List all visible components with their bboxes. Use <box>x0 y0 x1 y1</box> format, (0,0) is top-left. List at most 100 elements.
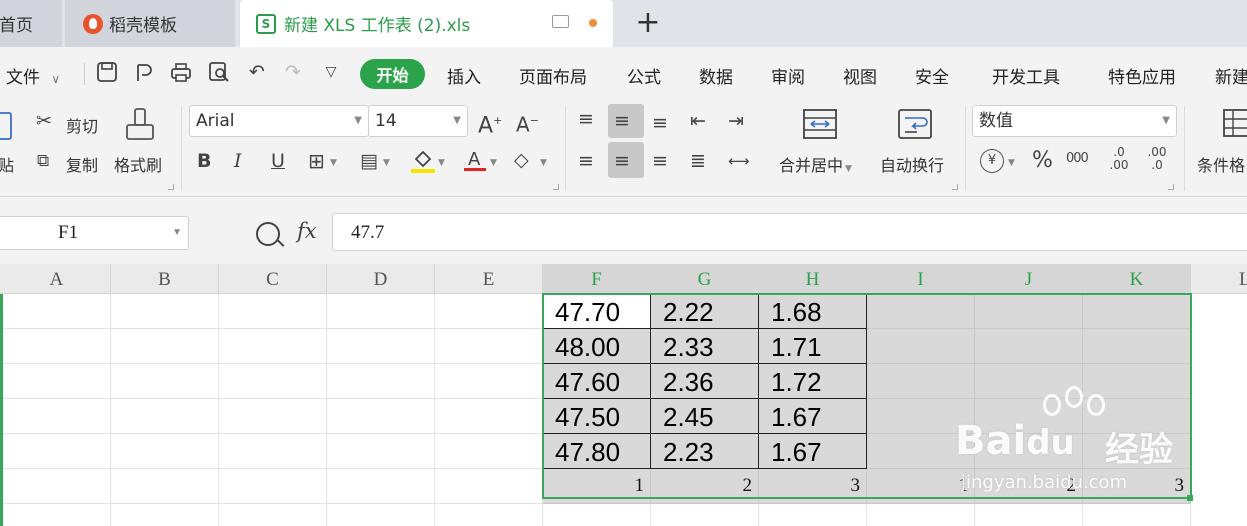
spreadsheet-grid[interactable]: A B C D E F G H I J K L 47.70 2.22 1.68 … <box>0 264 1247 526</box>
menu-security[interactable]: 安全 <box>915 63 949 88</box>
cell[interactable] <box>435 364 543 399</box>
cell[interactable] <box>435 504 543 526</box>
index-cell[interactable]: 2 <box>975 469 1083 504</box>
format-painter-button[interactable]: 格式刷 <box>114 152 162 176</box>
cell[interactable] <box>3 434 111 469</box>
menu-special-features[interactable]: 特色应用 <box>1108 63 1176 88</box>
cell[interactable] <box>867 399 975 434</box>
customize-toolbar-icon[interactable]: ▽ <box>320 61 342 83</box>
align-left-icon[interactable]: ≡ <box>578 150 594 172</box>
cell[interactable] <box>975 294 1083 329</box>
cell[interactable] <box>327 504 435 526</box>
cell[interactable] <box>219 294 327 329</box>
align-center-icon[interactable]: ≡ <box>614 150 630 172</box>
name-box[interactable]: F1 ▼ <box>0 216 189 250</box>
cell[interactable] <box>3 329 111 364</box>
cell[interactable] <box>867 329 975 364</box>
cell[interactable] <box>1083 294 1191 329</box>
cell[interactable] <box>111 469 219 504</box>
cell[interactable] <box>975 329 1083 364</box>
index-cell[interactable]: 3 <box>1083 469 1191 504</box>
paste-label[interactable]: 粘贴 <box>0 152 14 176</box>
index-cell[interactable]: 1 <box>867 469 975 504</box>
save-icon[interactable] <box>96 61 118 83</box>
cell[interactable] <box>435 399 543 434</box>
table-cell[interactable]: 1.68 <box>759 294 867 329</box>
cell[interactable] <box>3 294 111 329</box>
cell-style-icon[interactable]: ▤ <box>360 150 378 172</box>
cell[interactable] <box>111 504 219 526</box>
cell[interactable] <box>1083 399 1191 434</box>
cell[interactable] <box>435 434 543 469</box>
column-header[interactable]: J <box>975 264 1083 294</box>
cell[interactable] <box>651 504 759 526</box>
menu-view[interactable]: 视图 <box>843 63 877 88</box>
font-size-select[interactable]: 14 ▼ <box>368 105 468 137</box>
column-header[interactable]: I <box>867 264 975 294</box>
cell[interactable] <box>975 434 1083 469</box>
column-header[interactable]: G <box>651 264 759 294</box>
cell[interactable] <box>219 364 327 399</box>
index-cell[interactable]: 3 <box>759 469 867 504</box>
cell[interactable] <box>111 294 219 329</box>
number-format-select[interactable]: 数值 ▼ <box>972 105 1177 137</box>
table-cell[interactable]: 2.45 <box>651 399 759 434</box>
cell[interactable] <box>867 294 975 329</box>
cell[interactable] <box>759 504 867 526</box>
chevron-down-icon[interactable]: ▼ <box>490 152 497 174</box>
print-preview-icon[interactable] <box>208 61 230 83</box>
chevron-down-icon[interactable]: ▼ <box>540 152 547 174</box>
table-cell[interactable]: 1.71 <box>759 329 867 364</box>
menu-data[interactable]: 数据 <box>699 63 733 88</box>
formula-input[interactable]: 47.7 <box>332 213 1247 251</box>
column-header[interactable]: E <box>435 264 543 294</box>
decrease-indent-icon[interactable]: ⇤ <box>690 110 706 132</box>
conditional-format-button[interactable]: 条件格 <box>1197 152 1245 176</box>
column-header[interactable]: F <box>543 264 651 294</box>
format-painter-icon[interactable] <box>124 106 158 142</box>
wrap-text-icon[interactable] <box>897 108 933 140</box>
tab-home[interactable]: 首页 <box>0 0 62 47</box>
cell[interactable] <box>543 504 651 526</box>
cell[interactable] <box>435 294 543 329</box>
fill-handle[interactable] <box>1187 495 1193 501</box>
cell[interactable] <box>975 504 1083 526</box>
cell[interactable] <box>327 469 435 504</box>
index-cell[interactable]: 2 <box>651 469 759 504</box>
zoom-formula-icon[interactable] <box>256 222 280 246</box>
cell[interactable] <box>3 399 111 434</box>
cell[interactable] <box>111 434 219 469</box>
column-header[interactable]: B <box>111 264 219 294</box>
cell[interactable] <box>219 399 327 434</box>
table-cell[interactable]: 2.33 <box>651 329 759 364</box>
cell[interactable] <box>219 504 327 526</box>
monitor-icon[interactable] <box>552 15 569 28</box>
table-cell[interactable]: 48.00 <box>543 329 651 364</box>
new-tab-button[interactable]: + <box>630 6 666 42</box>
table-cell[interactable]: 2.23 <box>651 434 759 469</box>
undo-icon[interactable]: ↶ <box>246 61 268 83</box>
column-header[interactable]: K <box>1083 264 1191 294</box>
cell[interactable] <box>3 364 111 399</box>
table-cell[interactable]: 2.22 <box>651 294 759 329</box>
menu-insert[interactable]: 插入 <box>447 63 481 88</box>
cell[interactable] <box>435 469 543 504</box>
fill-color-icon[interactable] <box>410 147 436 175</box>
font-color-icon[interactable]: A <box>463 146 487 174</box>
clipboard-launcher-icon[interactable] <box>168 184 174 190</box>
increase-font-icon[interactable]: A+ <box>478 110 502 137</box>
merge-center-icon[interactable] <box>802 108 838 140</box>
italic-button[interactable]: I <box>234 150 242 172</box>
chevron-down-icon[interactable]: ▼ <box>438 152 445 174</box>
increase-indent-icon[interactable]: ⇥ <box>728 110 744 132</box>
font-launcher-icon[interactable] <box>553 184 559 190</box>
cell[interactable] <box>111 399 219 434</box>
alignment-launcher-icon[interactable] <box>952 184 958 190</box>
index-cell[interactable]: 1 <box>543 469 651 504</box>
insert-function-button[interactable]: fx <box>297 219 317 243</box>
print-icon[interactable] <box>170 61 192 83</box>
cell[interactable] <box>111 329 219 364</box>
tab-docer-templates[interactable]: 稻壳模板 <box>65 0 235 47</box>
table-cell[interactable]: 2.36 <box>651 364 759 399</box>
table-cell-active[interactable]: 47.70 <box>543 294 651 329</box>
